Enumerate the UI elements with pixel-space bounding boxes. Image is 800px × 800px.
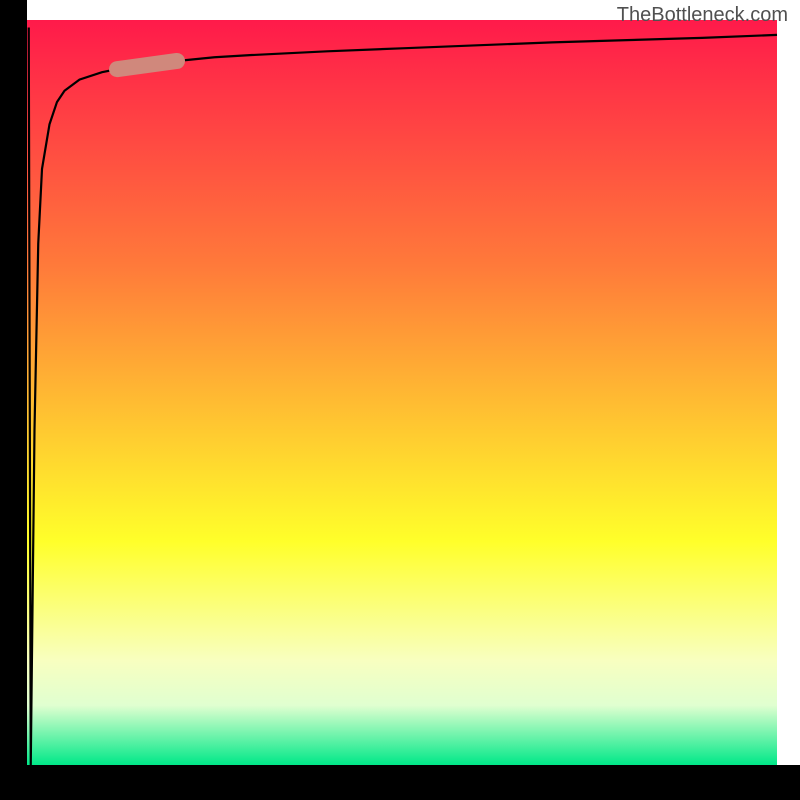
plot-background xyxy=(27,20,777,765)
chart-canvas xyxy=(0,0,800,800)
watermark-text: TheBottleneck.com xyxy=(617,4,788,27)
chart-svg xyxy=(0,0,800,800)
left-axis-margin xyxy=(0,0,27,800)
highlight-region xyxy=(117,61,177,69)
bottom-axis-margin xyxy=(0,765,800,800)
